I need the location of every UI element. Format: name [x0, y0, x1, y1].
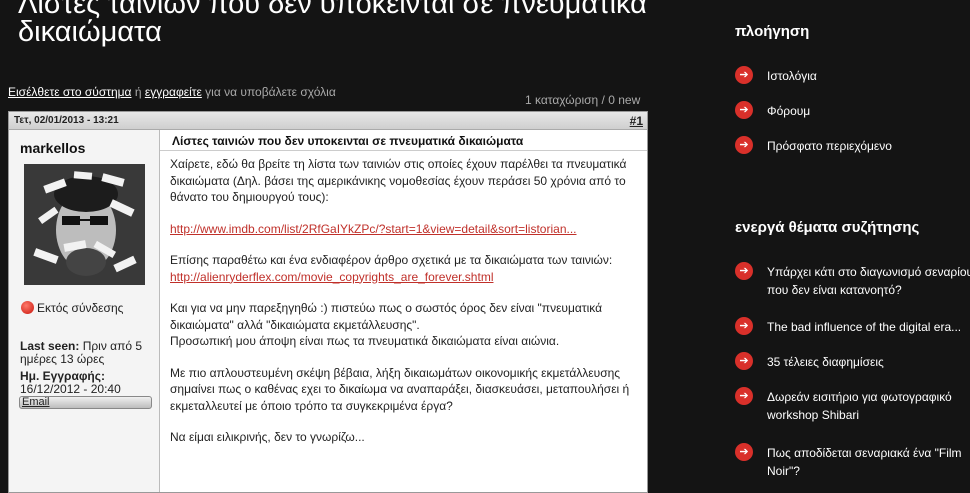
post-count: 1 καταχώριση / 0 new [525, 93, 641, 107]
topic-label[interactable]: 35 τέλειες διαφημίσεις [767, 353, 970, 371]
topic-label[interactable]: Δωρεάν εισιτήριο για φωτογραφικό workshop… [767, 388, 970, 424]
page-title: Λίστες ταινιών που δεν υπόκεινται σε πνε… [18, 0, 647, 48]
author-panel: markellos Εκτός σύνδεσης Last seen: Πριν… [9, 130, 160, 492]
post-paragraph: Προσωπική μου άποψη είναι πως τα πνευματ… [170, 334, 560, 348]
online-status: Εκτός σύνδεσης [21, 301, 123, 315]
login-or-text: ή [131, 85, 145, 99]
login-prompt: Εισέλθετε στο σύστημα ή εγγραφείτε για ν… [8, 85, 336, 99]
topic-label[interactable]: Πως αποδίδεται σεναριακά ένα "Film Noir"? [767, 444, 970, 480]
article-link[interactable]: http://alienryderflex.com/movie_copyrigh… [170, 270, 493, 284]
arrow-right-icon: ➔ [735, 66, 753, 84]
active-topics-heading: ενεργά θέματα συζήτησης [735, 219, 920, 236]
login-link[interactable]: Εισέλθετε στο σύστημα [8, 85, 132, 99]
last-seen-label: Last seen: [20, 339, 80, 353]
arrow-right-icon: ➔ [735, 136, 753, 154]
arrow-right-icon: ➔ [735, 387, 753, 405]
email-button[interactable]: Email [19, 396, 152, 409]
arrow-right-icon: ➔ [735, 317, 753, 335]
post-paragraph: Να είμαι ειλικρινής, δεν το γνωρίζω... [170, 430, 365, 444]
nav-item-label[interactable]: Ιστολόγια [767, 67, 970, 85]
login-suffix-text: για να υποβάλετε σχόλια [201, 85, 336, 99]
offline-dot-icon [21, 301, 34, 314]
post-header: Τετ, 02/01/2013 - 13:21 #1 [9, 112, 647, 130]
registered-value: 16/12/2012 - 20:40 [20, 382, 121, 396]
post-paragraph: Και για να μην παρεξηγηθώ :) πιστεύω πως… [170, 301, 603, 332]
nav-item-label[interactable]: Πρόσφατο περιεχόμενο [767, 137, 970, 155]
forum-post: Τετ, 02/01/2013 - 13:21 #1 markellos Εκτ… [8, 111, 648, 493]
status-text: Εκτός σύνδεσης [37, 301, 124, 315]
author-name[interactable]: markellos [20, 140, 85, 156]
last-seen: Last seen: Πριν από 5 ημέρες 13 ώρες [20, 340, 155, 366]
post-permalink[interactable]: #1 [630, 114, 643, 128]
post-paragraph: Επίσης παραθέτω και ένα ενδιαφέρον άρθρο… [170, 253, 613, 267]
arrow-right-icon: ➔ [735, 262, 753, 280]
post-paragraph: Χαίρετε, εδώ θα βρείτε τη λίστα των ταιν… [170, 157, 627, 204]
registered-label: Ημ. Εγγραφής: [20, 369, 105, 383]
post-content: Χαίρετε, εδώ θα βρείτε τη λίστα των ταιν… [160, 151, 647, 446]
post-subject: Λίστες ταινιών που δεν υποκεινται σε πνε… [160, 130, 647, 151]
arrow-right-icon: ➔ [735, 443, 753, 461]
topic-label[interactable]: Υπάρχει κάτι στο διαγωνισμό σεναρίου που … [767, 263, 970, 299]
post-body: Λίστες ταινιών που δεν υποκεινται σε πνε… [160, 130, 647, 492]
avatar[interactable] [24, 164, 145, 285]
post-date: Τετ, 02/01/2013 - 13:21 [14, 115, 119, 126]
arrow-right-icon: ➔ [735, 352, 753, 370]
registered-date: Ημ. Εγγραφής: 16/12/2012 - 20:40 [20, 370, 155, 396]
nav-item-label[interactable]: Φόρουμ [767, 102, 970, 120]
imdb-link[interactable]: http://www.imdb.com/list/2RfGaIYkZPc/?st… [170, 222, 577, 236]
post-paragraph: Με πιο απλουστευμένη σκέψη βέβαια, λήξη … [170, 365, 630, 413]
topic-label[interactable]: The bad influence of the digital era... [767, 318, 970, 336]
navigation-heading: πλοήγηση [735, 23, 810, 40]
register-link[interactable]: εγγραφείτε [145, 85, 202, 99]
arrow-right-icon: ➔ [735, 101, 753, 119]
